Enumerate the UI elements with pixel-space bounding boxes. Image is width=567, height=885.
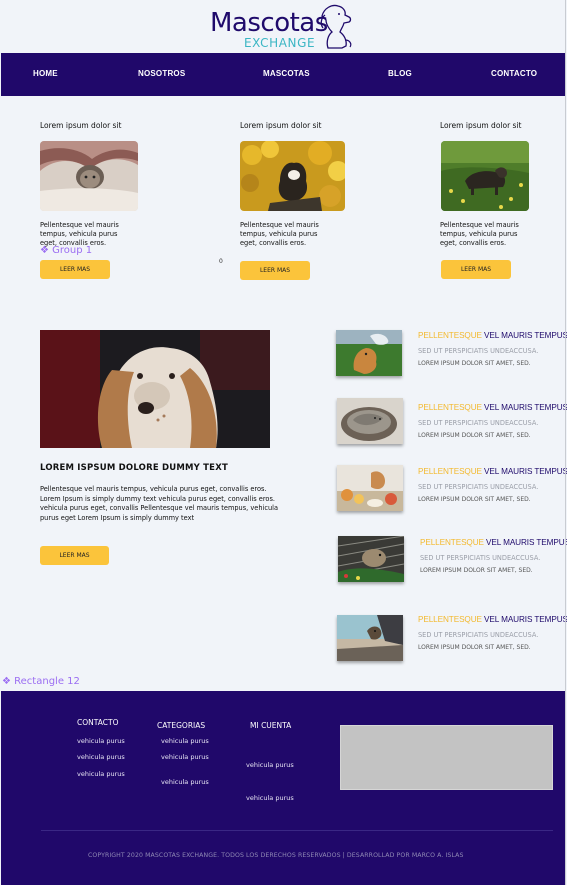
leer-mas-button[interactable]: LEER MAS	[240, 261, 310, 280]
card-image-cat-blanket[interactable]	[40, 141, 138, 211]
nav-home[interactable]: HOME	[33, 69, 58, 78]
nav-nosotros[interactable]: NOSOTROS	[138, 69, 185, 78]
footer-link[interactable]: vehicula purus	[77, 737, 125, 745]
leer-mas-button[interactable]: LEER MAS	[40, 546, 109, 565]
post-heading-highlight: PELLENTESQUE	[420, 538, 484, 547]
post-heading-rest: VEL MAURIS TEMPUS	[481, 403, 567, 412]
feature-image-spaniel[interactable]	[40, 330, 270, 448]
footer-link[interactable]: vehicula purus	[246, 794, 294, 802]
footer-link[interactable]: vehicula purus	[77, 770, 125, 778]
post-heading[interactable]: PELLENTESQUE VEL MAURIS TEMPUS	[418, 403, 567, 412]
main-nav: HOME NOSOTROS MASCOTAS BLOG CONTACTO	[1, 53, 565, 96]
post-heading[interactable]: PELLENTESQUE VEL MAURIS TEMPUS	[418, 615, 567, 624]
nav-mascotas[interactable]: MASCOTAS	[263, 69, 310, 78]
nav-blog[interactable]: BLOG	[388, 69, 412, 78]
leer-mas-button[interactable]: LEER MAS	[441, 260, 511, 279]
post-heading-rest: VEL MAURIS TEMPUS	[483, 538, 567, 547]
counter-text: 0	[219, 258, 223, 265]
post-image-dog-food[interactable]	[337, 465, 403, 511]
footer-link[interactable]: vehicula purus	[77, 753, 125, 761]
post-heading-rest: VEL MAURIS TEMPUS	[481, 331, 567, 340]
copyright-text: COPYRIGHT 2020 MASCOTAS EXCHANGE. TODOS …	[88, 852, 464, 859]
post-heading-highlight: PELLENTESQUE	[418, 467, 482, 476]
footer: CONTACTO vehicula purus vehicula purus v…	[1, 691, 565, 885]
card-text: Pellentesque vel mauris tempus, vehicula…	[440, 221, 519, 247]
footer-link[interactable]: vehicula purus	[246, 761, 294, 769]
card-title: Lorem ipsum dolor sit	[240, 121, 322, 130]
post-subtitle: SED UT PERSPICIATIS UNDEACCUSA.	[420, 554, 541, 562]
post-excerpt: LOREM IPSUM DOLOR SIT AMET, SED.	[418, 432, 531, 439]
footer-link[interactable]: vehicula purus	[161, 753, 209, 761]
footer-link[interactable]: vehicula purus	[161, 737, 209, 745]
post-excerpt: LOREM IPSUM DOLOR SIT AMET, SED.	[420, 567, 533, 574]
logo-tagline: EXCHANGE	[244, 36, 316, 50]
group-annotation-label: Group 1	[52, 245, 93, 256]
footer-link[interactable]: vehicula purus	[161, 778, 209, 786]
post-heading-highlight: PELLENTESQUE	[418, 615, 482, 624]
nav-contacto[interactable]: CONTACTO	[491, 69, 537, 78]
post-subtitle: SED UT PERSPICIATIS UNDEACCUSA.	[418, 419, 539, 427]
card-text: Pellentesque vel mauris tempus, vehicula…	[240, 221, 319, 247]
site-logo[interactable]: Mascotas EXCHANGE	[208, 2, 352, 52]
post-image-dog-car[interactable]	[337, 615, 403, 661]
logo-wordmark: Mascotas	[210, 8, 328, 38]
post-excerpt: LOREM IPSUM DOLOR SIT AMET, SED.	[418, 496, 531, 503]
footer-divider	[41, 830, 553, 831]
footer-heading-categorias: CATEGORIAS	[157, 721, 206, 730]
post-heading[interactable]: PELLENTESQUE VEL MAURIS TEMPUS	[418, 467, 567, 476]
page: Mascotas EXCHANGE HOME NOSOTROS MASCOTAS…	[0, 0, 567, 885]
post-heading[interactable]: PELLENTESQUE VEL MAURIS TEMPUS	[418, 331, 567, 340]
footer-heading-contacto: CONTACTO	[77, 718, 119, 727]
card-title: Lorem ipsum dolor sit	[440, 121, 522, 130]
rectangle-annotation-label: Rectangle 12	[14, 676, 80, 687]
post-heading[interactable]: PELLENTESQUE VEL MAURIS TEMPUS	[420, 538, 567, 547]
card-image-dog-grass[interactable]	[441, 141, 529, 211]
post-heading-highlight: PELLENTESQUE	[418, 403, 482, 412]
leer-mas-button[interactable]: LEER MAS	[40, 260, 110, 279]
footer-heading-cuenta: MI CUENTA	[250, 721, 292, 730]
post-heading-highlight: PELLENTESQUE	[418, 331, 482, 340]
post-image-dog-splash[interactable]	[336, 330, 402, 376]
feature-title: LOREM ISPSUM DOLORE DUMMY TEXT	[40, 463, 228, 473]
post-subtitle: SED UT PERSPICIATIS UNDEACCUSA.	[418, 483, 539, 491]
rectangle-annotation: ❖ Rectangle 12	[2, 676, 80, 687]
dog-outline-icon	[320, 4, 352, 49]
group-annotation: ❖ Group 1	[40, 245, 93, 256]
card-image-cat-flowers[interactable]	[240, 141, 345, 211]
post-subtitle: SED UT PERSPICIATIS UNDEACCUSA.	[418, 347, 539, 355]
post-heading-rest: VEL MAURIS TEMPUS	[481, 467, 567, 476]
post-excerpt: LOREM IPSUM DOLOR SIT AMET, SED.	[418, 360, 531, 367]
feature-text: Pellentesque vel mauris tempus, vehicula…	[40, 485, 279, 522]
post-excerpt: LOREM IPSUM DOLOR SIT AMET, SED.	[418, 644, 531, 651]
post-image-cat-basket[interactable]	[337, 398, 403, 444]
card-text: Pellentesque vel mauris tempus, vehicula…	[40, 221, 119, 247]
footer-placeholder-box	[340, 725, 553, 790]
card-title: Lorem ipsum dolor sit	[40, 121, 122, 130]
post-heading-rest: VEL MAURIS TEMPUS	[481, 615, 567, 624]
post-subtitle: SED UT PERSPICIATIS UNDEACCUSA.	[418, 631, 539, 639]
post-image-hamster[interactable]	[338, 536, 404, 582]
